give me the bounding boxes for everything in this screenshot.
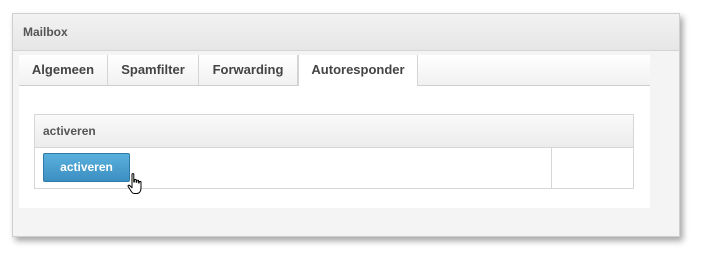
hand-pointer-icon: [127, 173, 142, 194]
window-titlebar: Mailbox: [13, 14, 679, 51]
activate-button[interactable]: activeren: [43, 153, 130, 182]
tab-algemeen[interactable]: Algemeen: [19, 55, 108, 85]
tab-autoresponder[interactable]: Autoresponder: [298, 55, 418, 86]
tab-bar: Algemeen Spamfilter Forwarding Autorespo…: [19, 55, 650, 86]
tab-spamfilter[interactable]: Spamfilter: [108, 55, 199, 85]
window-title: Mailbox: [23, 25, 68, 39]
autoresponder-panel: activeren activeren: [34, 114, 634, 189]
panel-header-label: activeren: [43, 124, 96, 138]
content-area: Algemeen Spamfilter Forwarding Autorespo…: [19, 55, 650, 208]
tab-forwarding[interactable]: Forwarding: [199, 55, 298, 85]
panel-row: activeren: [35, 147, 633, 188]
panel-header: activeren: [35, 115, 633, 148]
row-divider: [551, 147, 552, 188]
